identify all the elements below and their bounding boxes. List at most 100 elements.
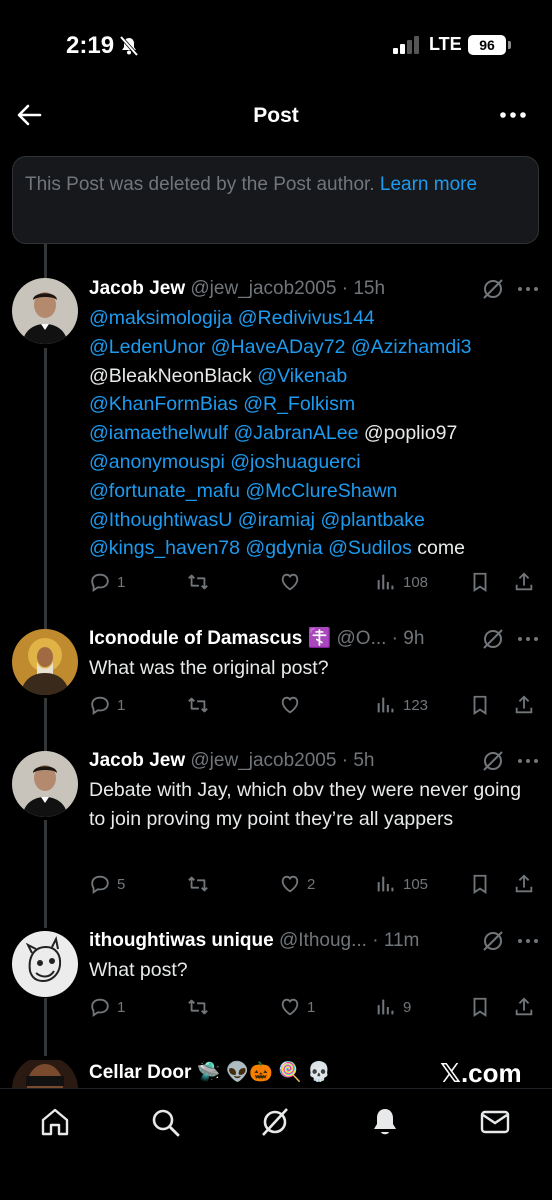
like-button[interactable] [279,692,307,718]
mention-link[interactable]: @fortunate_mafu [89,480,240,502]
search-icon[interactable] [148,1105,182,1139]
repost-button[interactable] [187,692,215,718]
mention-link[interactable]: @Vikenab [257,365,347,387]
post-body-line: @kings_haven78 @gdynia @Sudilos come [89,534,539,563]
silent-bell-icon [119,36,139,56]
mention-link[interactable]: @anonymouspi [89,451,225,473]
share-button[interactable] [513,994,535,1020]
author-name[interactable]: Cellar Door 🛸 👽🎃 🍭 💀 [89,1062,331,1083]
reply-button[interactable]: 5 [89,871,125,897]
views-button[interactable]: 108 [375,569,428,595]
author-handle[interactable]: @jew_jacob2005 [190,278,336,299]
mention-link[interactable]: @JabranALee [233,422,358,444]
post-body: Debate with Jay, which obv they were nev… [89,779,522,830]
post-body-line: @BleakNeonBlack @Vikenab [89,362,539,391]
reply-button[interactable]: 1 [89,994,125,1020]
author-handle[interactable]: @jew_jacob2005 [190,750,336,771]
author-name[interactable]: Iconodule of Damascus ☦️ [89,628,331,649]
author-name[interactable]: ithoughtiwas unique [89,930,274,951]
bookmark-button[interactable] [469,692,491,718]
reply-count: 1 [117,573,126,591]
grok-icon[interactable] [258,1105,292,1139]
share-button[interactable] [513,692,535,718]
grok-icon[interactable] [482,628,504,650]
views-icon [377,697,394,713]
author-handle[interactable]: @Ithoug... [279,930,367,951]
mention-link[interactable]: @R_Folkism [243,393,355,415]
mention-link[interactable]: @Redivivus144 [238,307,375,329]
post-actions: 1 108 [89,569,539,595]
bookmark-button[interactable] [469,569,491,595]
mention-link[interactable]: @IthoughtiwasU [89,509,232,531]
repost-button[interactable] [187,994,215,1020]
mention-link[interactable]: @Azizhamdi3 [351,336,472,358]
post-body-line: @anonymouspi @joshuaguerci [89,448,539,477]
more-icon[interactable] [516,628,540,650]
notifications-icon[interactable] [368,1105,402,1139]
share-button[interactable] [513,871,535,897]
reply-count: 5 [117,875,126,893]
reply-button[interactable]: 1 [89,692,125,718]
avatar[interactable] [12,278,78,344]
battery-tip [508,41,511,49]
like-button[interactable]: 1 [279,994,315,1020]
bookmark-button[interactable] [469,994,491,1020]
mention-link[interactable]: @iamaethelwulf [89,422,228,444]
post-time: 15h [353,278,386,299]
more-icon[interactable] [516,930,540,952]
more-options-icon[interactable] [498,102,528,128]
views-icon [377,876,394,892]
reply-post[interactable]: Jacob Jew @jew_jacob2005 · 15h @maksimol… [0,276,552,606]
mention-link[interactable]: @gdynia [245,537,322,559]
avatar[interactable] [12,931,78,997]
more-icon[interactable] [516,278,540,300]
author-name[interactable]: Jacob Jew [89,278,185,299]
heart-icon [281,998,299,1016]
share-button[interactable] [513,569,535,595]
reply-button[interactable]: 1 [89,569,125,595]
network-type: LTE [429,34,462,54]
mention-link[interactable]: @plantbake [320,509,424,531]
mention-link[interactable]: @joshuaguerci [230,451,360,473]
post-time: 9h [403,628,425,649]
mention-link[interactable]: @KhanFormBias [89,393,238,415]
avatar[interactable] [12,751,78,817]
like-button[interactable] [279,569,307,595]
more-icon[interactable] [516,750,540,772]
battery-icon: 96 [468,35,506,55]
mention-link[interactable]: @HaveADay72 [211,336,346,358]
mention-link[interactable]: @maksimologija [89,307,232,329]
mention-link[interactable]: @McClureShawn [245,480,397,502]
avatar[interactable] [12,1060,78,1088]
avatar[interactable] [12,629,78,695]
learn-more-link[interactable]: Learn more [380,174,477,195]
grok-icon[interactable] [482,278,504,300]
author-handle[interactable]: @O... [337,628,387,649]
view-count: 108 [403,573,429,591]
bottom-tab-bar [0,1088,552,1200]
repost-button[interactable] [187,569,215,595]
grok-icon[interactable] [482,930,504,952]
view-count: 105 [403,875,429,893]
mention-link[interactable]: @Sudilos [328,537,412,559]
repost-button[interactable] [187,871,215,897]
reply-post[interactable]: Jacob Jew @jew_jacob2005 · 5h Debate wit… [0,748,552,888]
post-body: @maksimologija @Redivivus144 @LedenUnor @… [89,304,539,563]
repost-icon [188,574,208,590]
home-icon[interactable] [38,1105,72,1139]
like-button[interactable]: 2 [279,871,315,897]
views-button[interactable]: 9 [375,994,411,1020]
mention-link[interactable]: @LedenUnor [89,336,205,358]
grok-icon[interactable] [482,750,504,772]
bookmark-button[interactable] [469,871,491,897]
views-icon [377,999,394,1015]
views-button[interactable]: 123 [375,692,428,718]
watermark: 𝕏.com [440,1058,522,1088]
heart-icon [281,573,299,591]
mention-link[interactable]: @iramiaj [238,509,315,531]
views-button[interactable]: 105 [375,871,428,897]
messages-icon[interactable] [478,1105,512,1139]
author-name[interactable]: Jacob Jew [89,750,185,771]
bookmark-icon [473,572,487,592]
mention-link[interactable]: @kings_haven78 [89,537,240,559]
